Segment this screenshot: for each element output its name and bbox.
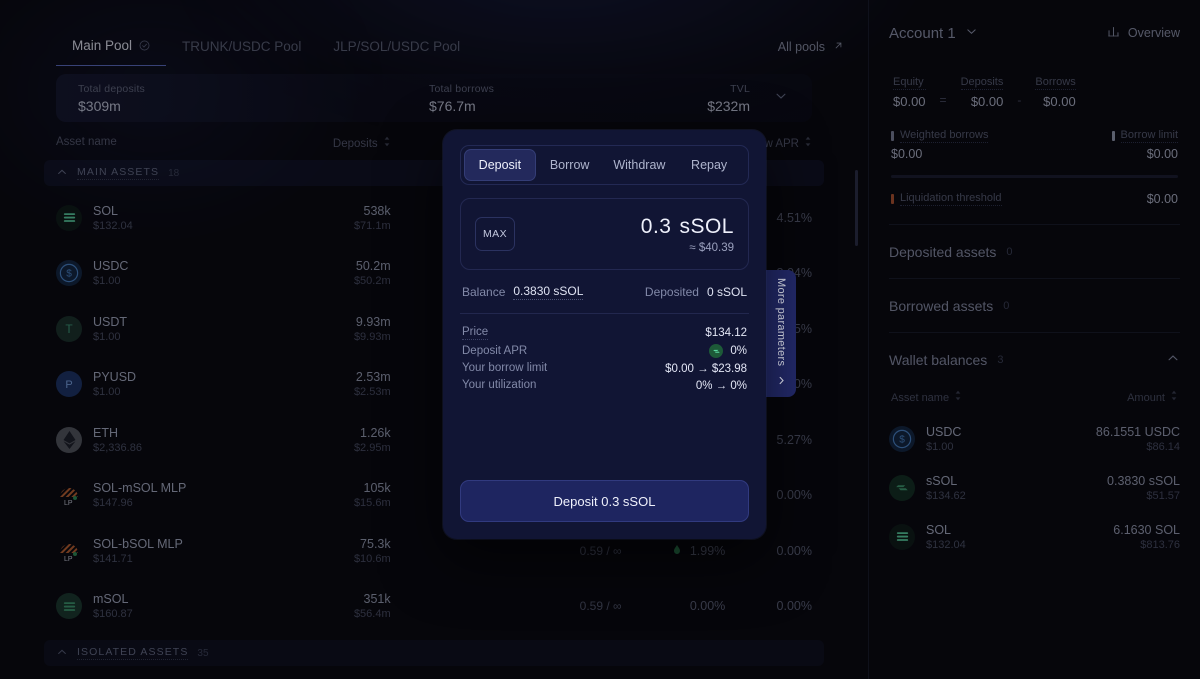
more-parameters-label: More parameters <box>775 278 787 366</box>
modal-action-tabs: Deposit Borrow Withdraw Repay <box>460 145 749 185</box>
deposit-submit-button[interactable]: Deposit 0.3 sSOL <box>460 480 749 522</box>
param-label: Price <box>462 326 488 340</box>
max-button[interactable]: MAX <box>475 217 515 251</box>
param-label: Your utilization <box>462 379 536 392</box>
param-value: 0% <box>730 345 747 357</box>
more-parameters-tab[interactable]: More parameters <box>766 270 796 397</box>
tab-borrow[interactable]: Borrow <box>535 150 605 180</box>
balance-row: Balance 0.3830 sSOL Deposited 0 sSOL <box>460 270 749 314</box>
param-label: Your borrow limit <box>462 362 547 375</box>
modal-parameters: Price $134.12 Deposit APR 0% Your borrow… <box>460 314 749 392</box>
balance-value[interactable]: 0.3830 sSOL <box>513 284 583 300</box>
param-deposit-apr: Deposit APR 0% <box>462 344 747 358</box>
deposited-value: 0 sSOL <box>707 285 747 300</box>
amount-display[interactable]: 0.3 sSOL ≈ $40.39 <box>641 215 734 254</box>
amount-line: 0.3 sSOL <box>641 215 734 239</box>
param-value: 0% → 0% <box>696 380 747 392</box>
deposited-group: Deposited 0 sSOL <box>645 285 747 300</box>
param-borrow-limit: Your borrow limit $0.00 → $23.98 <box>462 362 747 375</box>
param-label: Deposit APR <box>462 345 527 358</box>
tab-repay[interactable]: Repay <box>674 150 744 180</box>
deposit-modal: Deposit Borrow Withdraw Repay MAX 0.3 sSO… <box>443 130 766 539</box>
tab-withdraw[interactable]: Withdraw <box>605 150 675 180</box>
balance-label: Balance <box>462 285 505 299</box>
amount-value: 0.3 <box>641 215 672 238</box>
param-value: $0.00 → $23.98 <box>665 363 747 375</box>
param-value-group: 0% <box>709 344 747 358</box>
tab-deposit[interactable]: Deposit <box>465 150 535 180</box>
more-parameters-content: More parameters <box>775 278 787 388</box>
deposited-label: Deposited <box>645 285 699 300</box>
param-utilization: Your utilization 0% → 0% <box>462 379 747 392</box>
chevron-right-icon <box>776 375 787 389</box>
amount-unit: sSOL <box>679 215 734 238</box>
ssol-token-icon <box>709 344 723 358</box>
amount-input-box: MAX 0.3 sSOL ≈ $40.39 <box>460 198 749 270</box>
param-value: $134.12 <box>705 327 747 339</box>
amount-usd-estimate: ≈ $40.39 <box>641 242 734 254</box>
param-price: Price $134.12 <box>462 326 747 340</box>
